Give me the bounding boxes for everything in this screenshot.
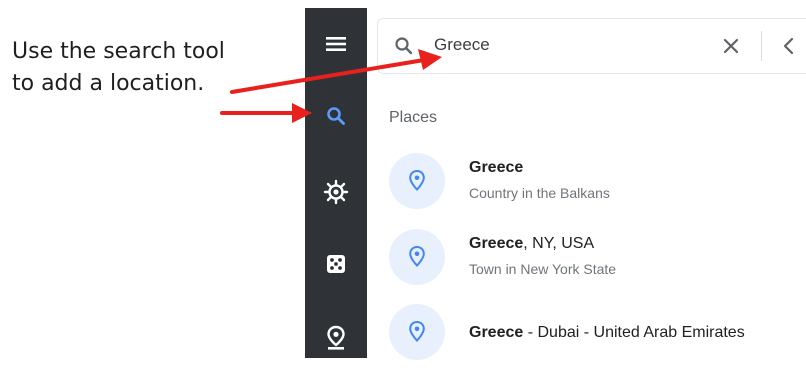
result-pin-badge xyxy=(389,229,445,285)
result-title: Greece xyxy=(469,159,523,177)
search-panel: Places Greece Country in the Balkans Gre… xyxy=(367,8,806,360)
instruction-line-2: to add a location. xyxy=(12,71,205,96)
result-title-rest: , NY, USA xyxy=(523,235,595,252)
result-title: Greece, NY, USA xyxy=(469,235,594,253)
collapse-panel-button[interactable] xyxy=(780,36,798,61)
search-bar xyxy=(377,18,806,74)
arrow-to-search-rail xyxy=(220,103,312,123)
places-section-title: Places xyxy=(389,109,438,126)
result-item[interactable]: Greece - Dubai - United Arab Emirates xyxy=(389,304,799,368)
search-input[interactable] xyxy=(434,33,694,57)
result-item[interactable]: Greece, NY, USA Town in New York State xyxy=(389,229,799,293)
result-title-match: Greece xyxy=(469,235,524,252)
result-title-rest: - Dubai - United Arab Emirates xyxy=(523,324,745,341)
instruction-line-1: Use the search tool xyxy=(12,39,225,64)
feeling-lucky-button[interactable] xyxy=(305,244,367,284)
search-icon xyxy=(327,107,345,125)
dice-icon xyxy=(327,255,345,273)
menu-button[interactable] xyxy=(305,24,367,64)
clear-search-button[interactable] xyxy=(721,36,741,61)
result-item[interactable]: Greece Country in the Balkans xyxy=(389,153,799,217)
result-title-match: Greece xyxy=(469,159,524,176)
location-pin-icon xyxy=(327,325,345,350)
navigation-rail xyxy=(305,8,367,358)
projects-button[interactable] xyxy=(305,318,367,358)
result-subtitle: Town in New York State xyxy=(469,261,617,277)
location-pin-icon xyxy=(409,245,425,267)
close-icon xyxy=(723,38,739,54)
result-subtitle: Country in the Balkans xyxy=(469,185,610,201)
location-pin-icon xyxy=(409,320,425,342)
search-icon xyxy=(395,37,413,55)
compass-icon xyxy=(323,179,349,205)
result-title: Greece - Dubai - United Arab Emirates xyxy=(469,324,745,342)
menu-icon xyxy=(326,37,346,51)
result-pin-badge xyxy=(389,304,445,360)
voyager-button[interactable] xyxy=(305,172,367,212)
search-rail-button[interactable] xyxy=(305,96,367,136)
instruction-text: Use the search tool to add a location. xyxy=(12,36,292,100)
result-title-match: Greece xyxy=(469,324,524,341)
search-field-icon xyxy=(394,36,414,61)
chevron-left-icon xyxy=(783,37,794,55)
search-bar-divider xyxy=(761,31,762,61)
result-pin-badge xyxy=(389,153,445,209)
location-pin-icon xyxy=(409,169,425,191)
